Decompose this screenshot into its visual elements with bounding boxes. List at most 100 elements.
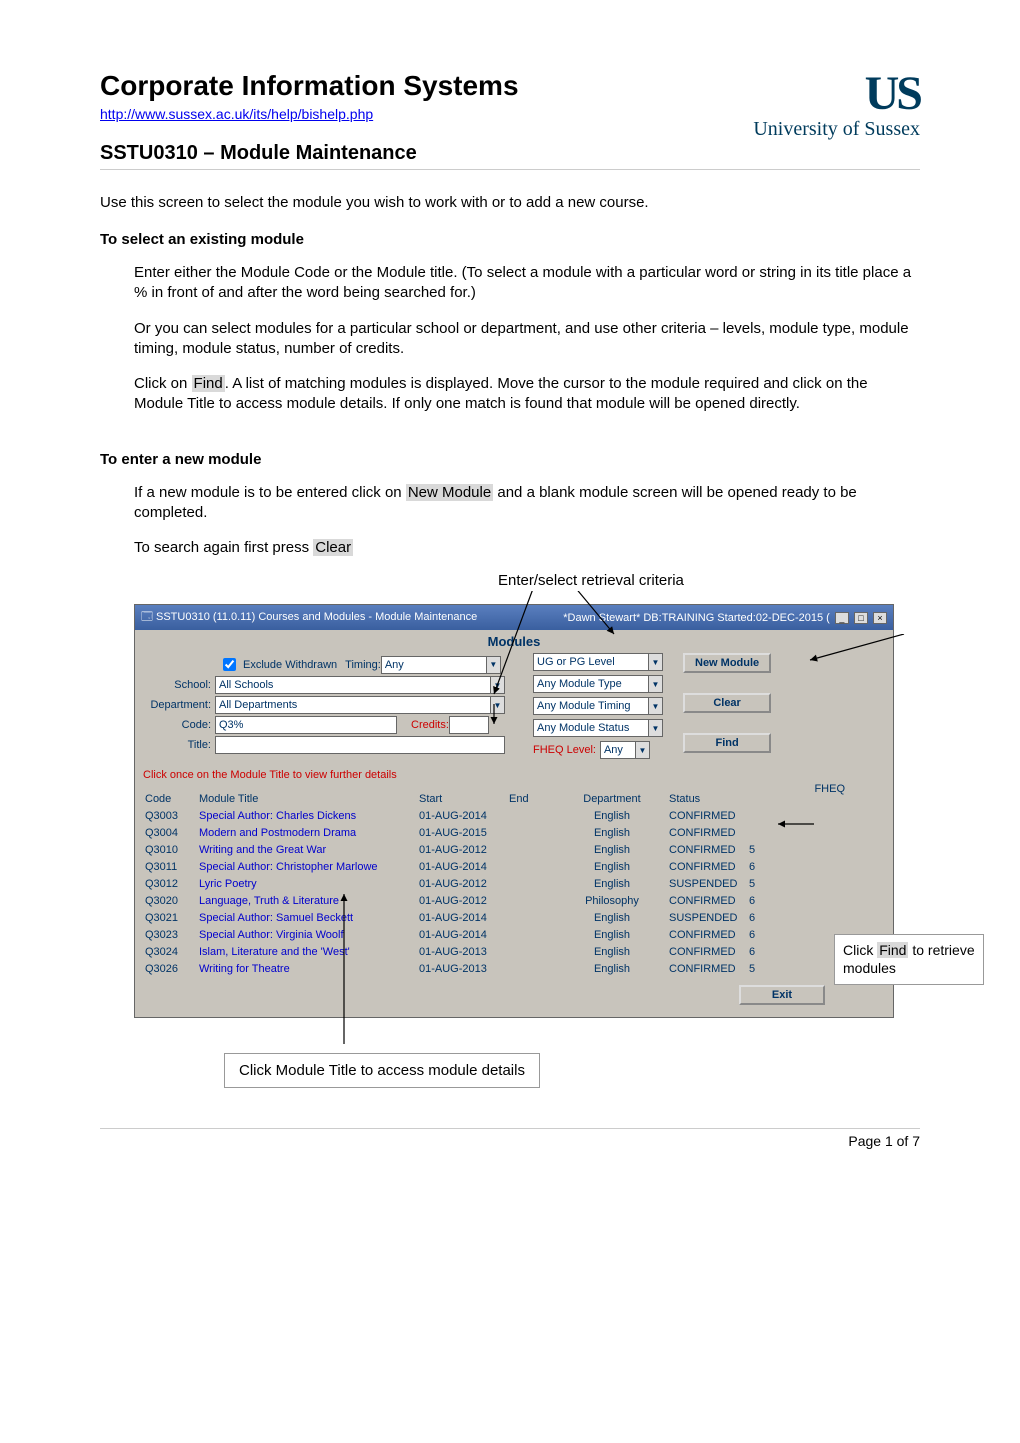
- callout-top: Enter/select retrieval criteria: [494, 570, 688, 591]
- page-number: Page 1 of 7: [848, 1133, 920, 1149]
- header-link[interactable]: http://www.sussex.ac.uk/its/help/bishelp…: [100, 106, 373, 122]
- cell-title[interactable]: Modern and Postmodern Drama: [197, 827, 417, 839]
- exclude-withdrawn-input[interactable]: [223, 658, 236, 671]
- credits-input[interactable]: [449, 716, 489, 734]
- table-row: Q3010Writing and the Great War01-AUG-201…: [143, 841, 885, 858]
- section2-p2: To search again first press Clear: [100, 538, 920, 558]
- cell-title[interactable]: Writing and the Great War: [197, 844, 417, 856]
- col-title: Module Title: [197, 793, 417, 805]
- module-type-value: Any Module Type: [537, 678, 648, 690]
- close-icon[interactable]: ×: [873, 612, 887, 624]
- col-code: Code: [143, 793, 197, 805]
- school-value: All Schools: [219, 679, 490, 691]
- timing-label: Timing:: [345, 659, 381, 671]
- table-row: Q3023Special Author: Virginia Woolf01-AU…: [143, 926, 885, 943]
- chevron-down-icon: ▼: [648, 676, 662, 692]
- cell-title[interactable]: Lyric Poetry: [197, 878, 417, 890]
- cell-fheq: 5: [747, 844, 777, 856]
- col-status: Status: [667, 793, 747, 805]
- col-fheq: [747, 793, 777, 805]
- table-row: Q3020Language, Truth & Literature01-AUG-…: [143, 892, 885, 909]
- maximize-icon[interactable]: □: [854, 612, 868, 624]
- cell-status: CONFIRMED: [667, 844, 747, 856]
- section1-find-highlight: Find: [192, 375, 225, 392]
- cell-title[interactable]: Islam, Literature and the 'West': [197, 946, 417, 958]
- title-input[interactable]: [215, 736, 505, 754]
- exclude-withdrawn-label: Exclude Withdrawn: [243, 659, 337, 671]
- cell-title[interactable]: Special Author: Virginia Woolf: [197, 929, 417, 941]
- new-module-button[interactable]: New Module: [683, 653, 771, 673]
- table-row: Q3011Special Author: Christopher Marlowe…: [143, 858, 885, 875]
- cell-start: 01-AUG-2012: [417, 844, 507, 856]
- chevron-down-icon: ▼: [490, 677, 504, 693]
- department-select[interactable]: All Departments ▼: [215, 696, 505, 714]
- cell-title[interactable]: Special Author: Charles Dickens: [197, 810, 417, 822]
- exit-button[interactable]: Exit: [739, 985, 825, 1005]
- cell-status: CONFIRMED: [667, 810, 747, 822]
- cell-dept: English: [557, 827, 667, 839]
- cell-title[interactable]: Special Author: Christopher Marlowe: [197, 861, 417, 873]
- chevron-down-icon: ▼: [486, 657, 500, 673]
- chevron-down-icon: ▼: [648, 720, 662, 736]
- cell-code: Q3011: [143, 861, 197, 873]
- find-button[interactable]: Find: [683, 733, 771, 753]
- section2-p1a: If a new module is to be entered click o…: [134, 484, 406, 501]
- cell-dept: English: [557, 912, 667, 924]
- cell-title[interactable]: Writing for Theatre: [197, 963, 417, 975]
- cell-start: 01-AUG-2013: [417, 946, 507, 958]
- cell-start: 01-AUG-2014: [417, 810, 507, 822]
- clear-button[interactable]: Clear: [683, 693, 771, 713]
- timing-select[interactable]: Any ▼: [381, 656, 501, 674]
- logo-mark: US: [753, 70, 920, 118]
- section1-p3a: Click on: [134, 375, 192, 392]
- module-type-select[interactable]: Any Module Type ▼: [533, 675, 663, 693]
- intro-text: Use this screen to select the module you…: [100, 194, 920, 211]
- cell-fheq: 5: [747, 963, 777, 975]
- cell-status: CONFIRMED: [667, 861, 747, 873]
- table-header: Code Module Title Start End Department S…: [143, 793, 885, 807]
- cell-status: CONFIRMED: [667, 827, 747, 839]
- page-subtitle: SSTU0310 – Module Maintenance: [100, 142, 753, 165]
- cell-fheq: 6: [747, 929, 777, 941]
- cell-code: Q3020: [143, 895, 197, 907]
- section1-p3: Click on Find. A list of matching module…: [100, 374, 920, 415]
- school-select[interactable]: All Schools ▼: [215, 676, 505, 694]
- app-window: 🗔 SSTU0310 (11.0.11) Courses and Modules…: [134, 604, 894, 1018]
- title-bar-right-wrap: *Dawn Stewart* DB:TRAINING Started:02-DE…: [563, 612, 887, 624]
- code-label: Code:: [143, 719, 215, 731]
- app-icon: 🗔: [141, 611, 153, 623]
- cell-code: Q3012: [143, 878, 197, 890]
- form-title: Modules: [143, 634, 885, 649]
- department-label: Department:: [143, 699, 215, 711]
- module-status-value: Any Module Status: [537, 722, 648, 734]
- cell-status: CONFIRMED: [667, 963, 747, 975]
- callout-bottom: Click Module Title to access module deta…: [224, 1053, 540, 1088]
- page-title: Corporate Information Systems: [100, 70, 753, 102]
- section2-p1: If a new module is to be entered click o…: [100, 483, 920, 524]
- cell-dept: English: [557, 929, 667, 941]
- section2-p2a: To search again first press: [134, 539, 313, 556]
- cell-dept: English: [557, 844, 667, 856]
- level-select[interactable]: UG or PG Level ▼: [533, 653, 663, 671]
- section1-p1: Enter either the Module Code or the Modu…: [100, 263, 920, 304]
- header-divider: [100, 169, 920, 170]
- callout-right: Click Find to retrieve modules: [834, 934, 984, 984]
- minimize-icon[interactable]: _: [835, 612, 849, 624]
- module-status-select[interactable]: Any Module Status ▼: [533, 719, 663, 737]
- section-select-heading: To select an existing module: [100, 231, 920, 248]
- section2-newmodule-highlight: New Module: [406, 484, 493, 501]
- table-instruction: Click once on the Module Title to view f…: [143, 769, 885, 781]
- col-start: Start: [417, 793, 507, 805]
- code-input[interactable]: [215, 716, 397, 734]
- cell-status: CONFIRMED: [667, 929, 747, 941]
- cell-title[interactable]: Special Author: Samuel Beckett: [197, 912, 417, 924]
- exclude-withdrawn-checkbox[interactable]: Exclude Withdrawn: [219, 655, 337, 674]
- department-value: All Departments: [219, 699, 490, 711]
- fheq-select[interactable]: Any ▼: [600, 741, 650, 759]
- cell-start: 01-AUG-2014: [417, 912, 507, 924]
- window-buttons: _ □ ×: [833, 612, 887, 624]
- cell-dept: English: [557, 810, 667, 822]
- cell-code: Q3003: [143, 810, 197, 822]
- module-timing-select[interactable]: Any Module Timing ▼: [533, 697, 663, 715]
- cell-title[interactable]: Language, Truth & Literature: [197, 895, 417, 907]
